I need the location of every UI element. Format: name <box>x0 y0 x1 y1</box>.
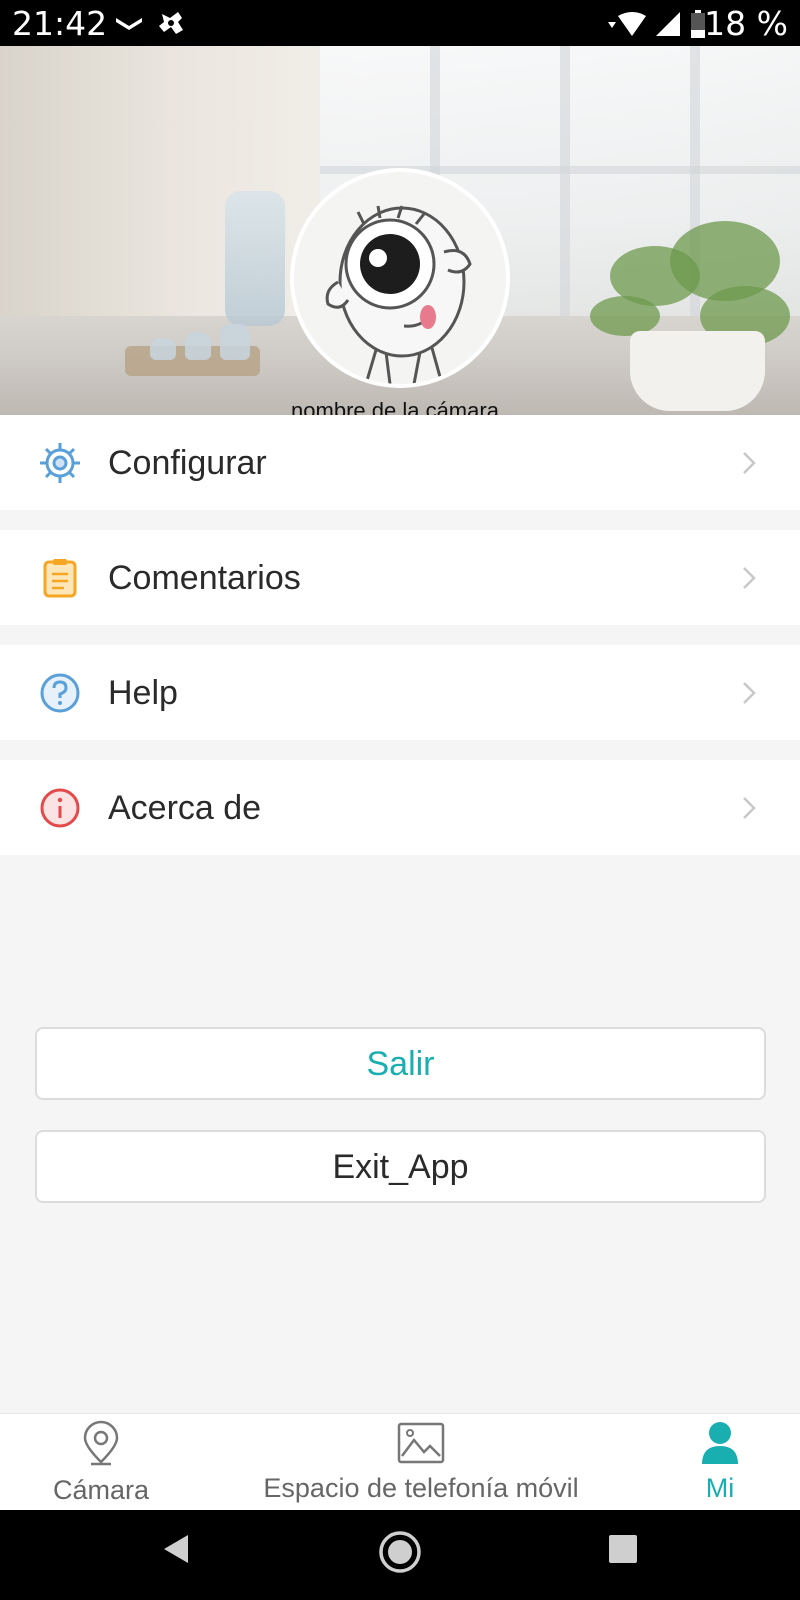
notification-icon <box>114 14 144 39</box>
logout-button[interactable]: Salir <box>35 1027 766 1100</box>
signal-icon <box>656 12 680 41</box>
tab-label: Mi <box>705 1473 735 1503</box>
picture-icon <box>240 1420 602 1471</box>
tab-label: Espacio de telefonía móvil <box>263 1473 579 1503</box>
tab-label: Cámara <box>52 1475 150 1505</box>
battery-percentage: 18 % <box>704 4 788 43</box>
location-pin-icon <box>20 1420 182 1473</box>
system-nav-bar <box>0 1510 800 1600</box>
info-icon <box>40 788 80 828</box>
status-bar: 21:42 18 % <box>0 0 800 46</box>
menu-item-label: Acerca de <box>108 789 262 827</box>
menu-item-label: Comentarios <box>108 559 301 597</box>
home-icon[interactable] <box>378 1530 422 1579</box>
menu-item-acerca-de[interactable]: Acerca de <box>0 760 800 855</box>
gear-icon <box>40 443 80 483</box>
menu-item-comentarios[interactable]: Comentarios <box>0 530 800 625</box>
back-icon[interactable] <box>160 1532 192 1571</box>
help-icon <box>40 673 80 713</box>
tab-espacio-telefonia[interactable]: Espacio de telefonía móvil <box>240 1414 602 1510</box>
recents-icon[interactable] <box>608 1534 638 1569</box>
tab-camara[interactable]: Cámara <box>20 1414 182 1510</box>
menu-item-label: Configurar <box>108 444 267 482</box>
exit-app-button[interactable]: Exit_App <box>35 1130 766 1203</box>
game-icon <box>156 10 186 41</box>
avatar[interactable] <box>290 168 510 388</box>
status-time: 21:42 <box>12 4 108 43</box>
menu-item-label: Help <box>108 674 178 712</box>
menu-item-configurar[interactable]: Configurar <box>0 415 800 510</box>
chevron-right-icon <box>738 565 760 591</box>
chevron-right-icon <box>738 680 760 706</box>
notepad-icon <box>40 558 80 598</box>
person-icon <box>660 1420 780 1471</box>
chevron-right-icon <box>738 450 760 476</box>
menu-item-help[interactable]: Help <box>0 645 800 740</box>
eyeball-mascot-icon <box>325 205 472 384</box>
wifi-icon <box>608 12 648 43</box>
bottom-tab-bar: Cámara Espacio de telefonía móvil Mi <box>0 1413 800 1510</box>
chevron-right-icon <box>738 795 760 821</box>
camera-name: nombre de la cámara <box>291 398 499 415</box>
background-pillow <box>225 191 285 326</box>
tab-mi[interactable]: Mi <box>660 1414 780 1510</box>
profile-header: nombre de la cámara <box>0 46 800 415</box>
